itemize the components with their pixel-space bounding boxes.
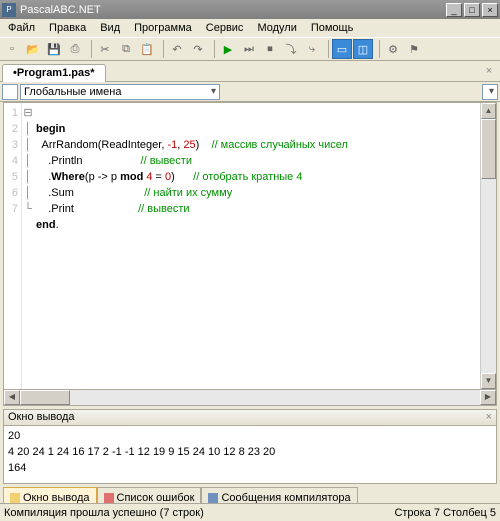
code-editor[interactable]: 1234567 ⊟│││││└ begin ArrRandom(ReadInte… — [3, 102, 497, 390]
stop-icon[interactable]: ⏹ — [260, 39, 280, 59]
step-into-icon[interactable]: ⤷ — [302, 39, 322, 59]
line-gutter: 1234567 — [4, 103, 22, 389]
scroll-thumb[interactable] — [481, 119, 496, 179]
status-bar: Компиляция прошла успешно (7 строк) Стро… — [0, 503, 500, 521]
minimize-button[interactable]: _ — [446, 3, 462, 17]
separator — [325, 40, 329, 58]
horizontal-scrollbar[interactable]: ◀ ▶ — [3, 390, 497, 406]
copy-icon[interactable]: ⧉ — [116, 39, 136, 59]
fold-gutter[interactable]: ⊟│││││└ — [22, 103, 34, 389]
code-area[interactable]: begin ArrRandom(ReadInteger, -1, 25) // … — [34, 103, 480, 389]
menu-help[interactable]: Помощь — [305, 20, 360, 36]
scroll-thumb[interactable] — [20, 390, 70, 405]
save-icon[interactable]: 💾 — [44, 39, 64, 59]
redo-icon[interactable]: ↷ — [188, 39, 208, 59]
run-icon[interactable]: ▶ — [218, 39, 238, 59]
scope-dropdown[interactable]: Глобальные имена — [20, 84, 220, 100]
menu-file[interactable]: Файл — [2, 20, 41, 36]
title-bar: P PascalABC.NET _ □ × — [0, 0, 500, 19]
menu-view[interactable]: Вид — [94, 20, 126, 36]
undo-icon[interactable]: ↶ — [167, 39, 187, 59]
tools2-icon[interactable]: ⚑ — [404, 39, 424, 59]
comment: // массив случайных чисел — [212, 139, 348, 151]
separator — [211, 40, 215, 58]
output-pane-title: Окно вывода × — [3, 409, 497, 426]
separator — [376, 40, 380, 58]
separator — [160, 40, 164, 58]
editor-tab-row: •Program1.pas* × — [0, 61, 500, 82]
menu-service[interactable]: Сервис — [200, 20, 250, 36]
close-tab-icon[interactable]: × — [482, 64, 496, 78]
output-pane[interactable]: 20 4 20 24 1 24 16 17 2 -1 -1 12 19 9 15… — [3, 426, 497, 484]
menu-bar: Файл Правка Вид Программа Сервис Модули … — [0, 19, 500, 37]
window-title: PascalABC.NET — [20, 4, 101, 16]
menu-program[interactable]: Программа — [128, 20, 198, 36]
maximize-button[interactable]: □ — [464, 3, 480, 17]
menu-edit[interactable]: Правка — [43, 20, 92, 36]
toolbar: ▫ 📂 💾 ⎙ ✂ ⧉ 📋 ↶ ↷ ▶ ⏭ ⏹ ⤵ ⤷ ▭ ◫ ⚙ ⚑ — [0, 37, 500, 61]
layout2-icon[interactable]: ◫ — [353, 39, 373, 59]
nav-dropdown[interactable] — [482, 84, 498, 100]
tools1-icon[interactable]: ⚙ — [383, 39, 403, 59]
app-icon: P — [2, 3, 16, 17]
scope-bar: Глобальные имена — [0, 82, 500, 102]
cut-icon[interactable]: ✂ — [95, 39, 115, 59]
cursor-position: Строка 7 Столбец 5 — [394, 507, 496, 519]
layout1-icon[interactable]: ▭ — [332, 39, 352, 59]
step-icon[interactable]: ⏭ — [239, 39, 259, 59]
status-message: Компиляция прошла успешно (7 строк) — [4, 507, 204, 519]
scroll-left-icon[interactable]: ◀ — [4, 390, 20, 405]
keyword: begin — [36, 123, 65, 135]
step-over-icon[interactable]: ⤵ — [281, 39, 301, 59]
menu-modules[interactable]: Модули — [251, 20, 302, 36]
scroll-down-icon[interactable]: ▼ — [481, 373, 496, 389]
separator — [88, 40, 92, 58]
new-file-icon[interactable]: ▫ — [2, 39, 22, 59]
close-button[interactable]: × — [482, 3, 498, 17]
close-pane-icon[interactable]: × — [486, 411, 492, 424]
file-tab[interactable]: •Program1.pas* — [2, 64, 106, 82]
paste-icon[interactable]: 📋 — [137, 39, 157, 59]
scroll-right-icon[interactable]: ▶ — [480, 390, 496, 405]
scroll-up-icon[interactable]: ▲ — [481, 103, 496, 119]
scope-button[interactable] — [2, 84, 18, 100]
vertical-scrollbar[interactable]: ▲ ▼ — [480, 103, 496, 389]
open-file-icon[interactable]: 📂 — [23, 39, 43, 59]
save-all-icon[interactable]: ⎙ — [65, 39, 85, 59]
